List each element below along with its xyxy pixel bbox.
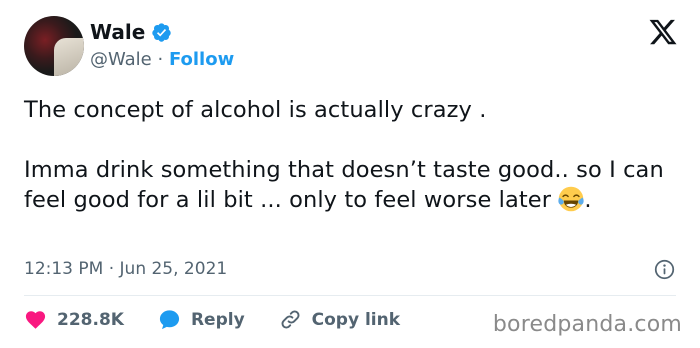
avatar[interactable] [24, 16, 84, 76]
info-icon[interactable] [654, 259, 675, 280]
copy-link-label: Copy link [311, 309, 401, 330]
verified-badge-icon [152, 22, 171, 42]
follow-button[interactable]: Follow [169, 49, 234, 70]
reply-bubble-icon [159, 310, 180, 330]
handle-separator: · [151, 49, 169, 70]
heart-icon [25, 311, 46, 329]
x-logo-icon[interactable] [648, 17, 678, 47]
tweet-text: The concept of alcohol is actually crazy… [24, 95, 684, 215]
author-name[interactable]: Wale [90, 20, 145, 44]
watermark: boredpanda.com [492, 312, 682, 337]
author-handle[interactable]: @Wale [90, 49, 152, 70]
action-bar: 228.8K Reply Copy link [24, 308, 434, 331]
reply-button[interactable]: Reply [158, 308, 245, 331]
link-icon [281, 310, 300, 329]
author-name-row: Wale [90, 20, 172, 44]
tweet-timestamp[interactable]: 12:13 PM · Jun 25, 2021 [24, 257, 227, 281]
like-button[interactable]: 228.8K [24, 308, 124, 331]
handle-row: @Wale · Follow [90, 48, 234, 72]
tweet-trailing: . [584, 187, 592, 213]
like-count: 228.8K [57, 309, 124, 330]
divider [24, 295, 676, 296]
copy-link-button[interactable]: Copy link [279, 308, 400, 331]
reply-label: Reply [190, 309, 245, 330]
face-with-tears-of-joy-icon [558, 186, 584, 212]
